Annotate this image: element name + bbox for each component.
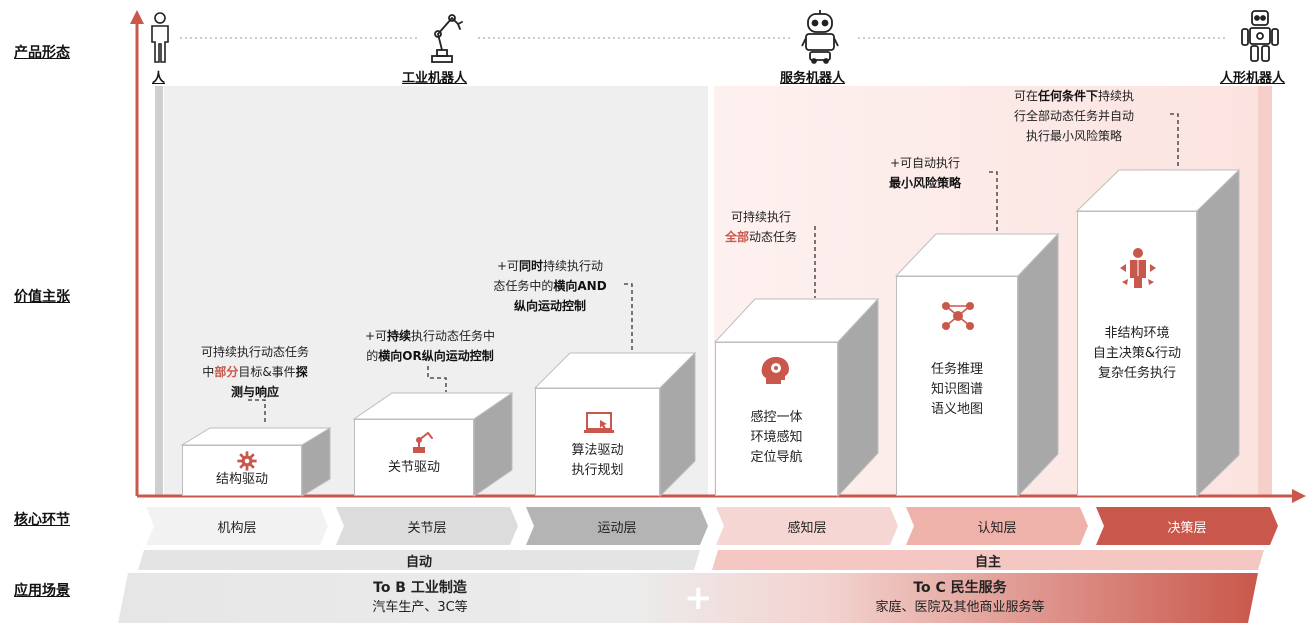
layer-chevron-motion: 运动层 [526,507,708,545]
decision-person-icon [1120,248,1156,288]
annotation-2-bold: 持续 [387,329,412,343]
annotation-2: +可持续执行动态任务中 的横向OR纵向运动控制 [340,326,520,366]
layer-label: 认知层 [977,520,1017,536]
annotation-5-bold: 最小风险策略 [888,176,961,190]
service-robot-icon [801,10,839,64]
annotation-3-text: 持续执行动 [543,259,604,273]
layer-chevron-cognition: 认知层 [906,507,1088,545]
layer-label: 机构层 [217,520,257,536]
layer-chevron-joint: 关节层 [336,507,518,545]
product-label-humanoid-robot: 人形机器人 [1220,71,1286,86]
annotation-1-highlight: 部分 [214,365,239,379]
annotation-6: 可在任何条件下持续执 行全部动态任务并自动 执行最小风险策略 [986,86,1162,146]
mode-label-auto: 自动 [405,554,432,570]
annotation-4-line-1: 可持续执行 [730,210,791,224]
box-1-line-1: 结构驱动 [215,472,268,487]
annotation-4-highlight: 全部 [724,230,749,244]
layer-chevron-decision: 决策层 [1096,507,1278,545]
annotation-1-text: 目标&事件 [238,365,296,379]
annotation-3-text: 态任务中的 [493,279,554,293]
box-3-line-1: 算法驱动 [571,443,624,458]
box-5-line-2: 知识图谱 [930,382,983,397]
plus-sign: + [684,578,713,618]
annotation-4: 可持续执行 全部动态任务 [708,207,814,247]
box-4-text: 感控一体 环境感知 定位导航 [715,408,838,468]
mode-bar-autonomous: 自主 [712,550,1264,570]
layer-label: 运动层 [597,520,637,536]
robot-arm-icon [413,432,433,453]
annotation-6-text: 持续执 [1098,89,1135,103]
humanoid-robot-icon [1241,10,1279,62]
annotation-1-bold: 测与响应 [230,385,279,399]
layer-chevron-mechanism: 机构层 [146,507,328,545]
human-icon [151,12,169,63]
box-2-text: 关节驱动 [354,458,474,478]
annotation-2-bold: 横向OR纵向运动控制 [378,349,494,363]
scenario-tob: To B 工业制造 汽车生产、3C等 [300,573,540,623]
annotation-6-bold: 任何条件下 [1037,89,1098,103]
box-6-line-1: 非结构环境 [1104,326,1170,341]
box-5-line-1: 任务推理 [930,362,983,377]
layer-label: 决策层 [1167,520,1207,536]
annotation-6-text: 可在 [1013,89,1038,103]
product-label-industrial-robot: 工业机器人 [402,71,468,86]
layer-label: 关节层 [407,520,447,536]
annotation-3-bold: 横向AND [553,279,607,293]
annotation-3-text: +可 [496,259,520,273]
box-3-line-2: 执行规划 [571,463,624,478]
annotation-1-bold: 探 [295,365,308,379]
scenario-toc: To C 民生服务 家庭、医院及其他商业服务等 [830,573,1090,623]
mode-bar-auto: 自动 [138,550,700,570]
brain-gear-icon [761,357,789,384]
box-1-text: 结构驱动 [182,470,302,490]
annotation-4-text: 动态任务 [749,230,798,244]
annotation-6-line-3: 执行最小风险策略 [1025,129,1122,143]
scenario-toc-subtitle: 家庭、医院及其他商业服务等 [875,600,1045,615]
box-4-line-2: 环境感知 [750,430,803,445]
box-6-line-2: 自主决策&行动 [1092,346,1182,361]
network-icon [942,302,974,330]
product-label-service-robot: 服务机器人 [780,71,846,86]
robot-arm-icon [431,14,463,63]
layer-chevron-perception: 感知层 [716,507,898,545]
annotation-2-text: 的 [366,349,379,363]
scenario-toc-title: To C 民生服务 [913,580,1007,596]
box-4-line-3: 定位导航 [750,450,803,465]
product-label-human: 人 [152,71,166,86]
mode-label-autonomous: 自主 [974,554,1001,570]
box-6-text: 非结构环境 自主决策&行动 复杂任务执行 [1077,324,1197,384]
box-5-text: 任务推理 知识图谱 语义地图 [896,360,1018,420]
gear-icon [237,451,257,471]
laptop-icon [584,412,614,433]
horizontal-axis-arrow [1292,489,1306,503]
annotation-2-text: 执行动态任务中 [411,329,496,343]
annotation-1-text: 中 [202,365,215,379]
annotation-1-line-1: 可持续执行动态任务 [200,345,309,359]
annotation-5: +可自动执行 最小风险策略 [872,153,978,193]
annotation-3-bold: 同时 [519,259,544,273]
box-5-line-3: 语义地图 [930,402,983,417]
annotation-3: +可同时持续执行动 态任务中的横向AND 纵向运动控制 [470,256,630,316]
scenario-tob-title: To B 工业制造 [373,580,467,596]
box-4-line-1: 感控一体 [750,410,803,425]
vertical-axis-arrow [130,10,144,24]
annotation-2-text: +可 [364,329,388,343]
annotation-6-line-2: 行全部动态任务并自动 [1013,109,1134,123]
layer-label: 感知层 [787,520,827,536]
scenario-tob-subtitle: 汽车生产、3C等 [372,600,468,615]
annotation-3-bold: 纵向运动控制 [513,299,586,313]
box-3-text: 算法驱动 执行规划 [535,441,660,481]
annotation-1: 可持续执行动态任务 中部分目标&事件探 测与响应 [172,342,338,402]
box-2-line-1: 关节驱动 [387,460,440,475]
annotation-5-line-1: +可自动执行 [889,156,961,170]
box-6-line-3: 复杂任务执行 [1097,366,1176,381]
